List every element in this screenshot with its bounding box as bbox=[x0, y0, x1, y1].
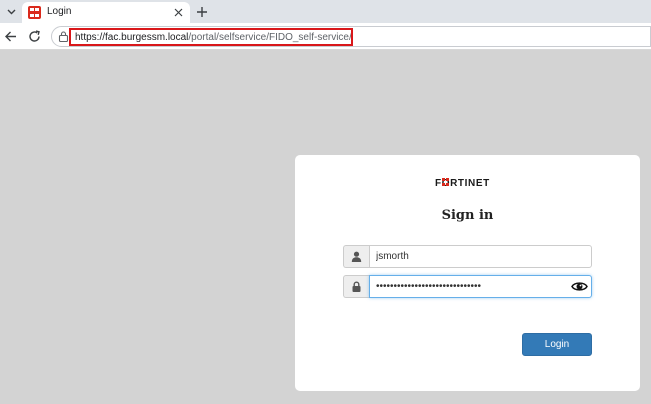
fortinet-logo: FORTINET bbox=[435, 178, 489, 187]
plus-icon bbox=[196, 6, 207, 17]
fortinet-favicon-icon bbox=[28, 6, 41, 19]
password-input[interactable] bbox=[369, 275, 592, 298]
chevron-down-icon bbox=[7, 9, 16, 15]
sign-in-title: Sign in bbox=[441, 208, 494, 223]
user-icon bbox=[351, 251, 362, 262]
login-card: FORTINET Sign in jsmorth •••••••••••••••… bbox=[295, 155, 640, 391]
username-addon bbox=[343, 245, 369, 268]
url-text[interactable]: https://fac.burgessm.local/portal/selfse… bbox=[69, 28, 353, 46]
site-info-icon bbox=[58, 31, 69, 42]
lock-icon bbox=[352, 281, 361, 292]
browser-toolbar: https://fac.burgessm.local/portal/selfse… bbox=[0, 23, 651, 50]
eye-icon bbox=[570, 281, 588, 291]
reload-button[interactable] bbox=[26, 28, 43, 45]
tab-search-button[interactable] bbox=[2, 2, 21, 21]
password-addon bbox=[343, 275, 369, 298]
reload-icon bbox=[29, 30, 40, 42]
url-host: https://fac.burgessm.local bbox=[75, 31, 189, 43]
tab-title: Login bbox=[47, 6, 72, 17]
password-field-wrap bbox=[369, 275, 592, 298]
login-button[interactable]: Login bbox=[522, 333, 592, 356]
username-input[interactable] bbox=[369, 245, 592, 268]
browser-tab-strip: Login bbox=[0, 0, 651, 23]
password-group bbox=[343, 275, 592, 298]
url-path: /portal/selfservice/FIDO_self-service/ bbox=[188, 31, 352, 43]
browser-tab-login[interactable]: Login bbox=[22, 2, 190, 23]
back-button[interactable] bbox=[2, 28, 19, 45]
tab-close-button[interactable] bbox=[172, 6, 185, 19]
back-arrow-icon bbox=[5, 31, 16, 42]
new-tab-button[interactable] bbox=[193, 3, 210, 20]
username-group bbox=[343, 245, 592, 268]
close-icon bbox=[174, 8, 183, 17]
address-bar[interactable]: https://fac.burgessm.local/portal/selfse… bbox=[51, 26, 651, 47]
toggle-password-button[interactable] bbox=[570, 278, 588, 294]
